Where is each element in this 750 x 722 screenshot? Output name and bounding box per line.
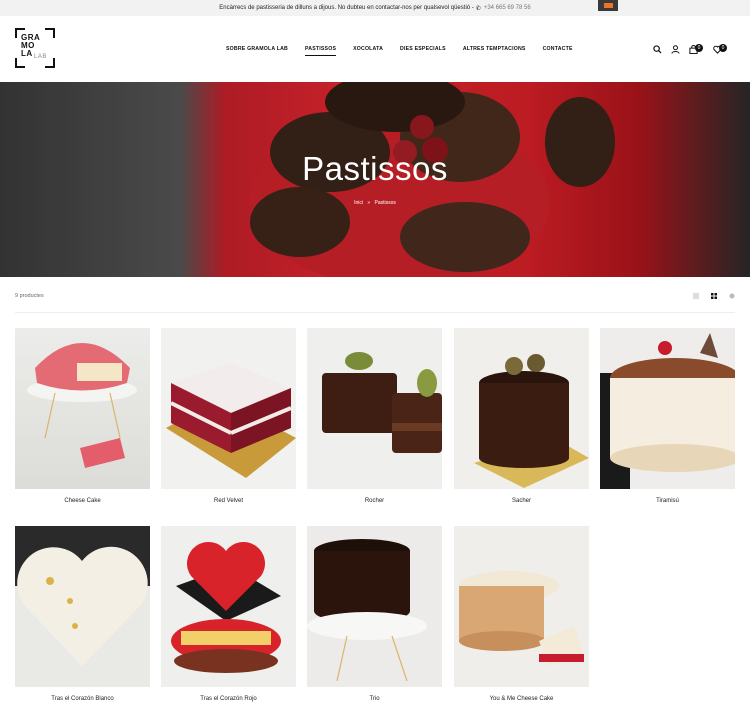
- product-image[interactable]: [600, 328, 735, 489]
- language-switcher[interactable]: [598, 0, 618, 11]
- nav-item-dies-especials[interactable]: DIES ESPECIALS: [400, 46, 446, 56]
- product-card[interactable]: Red Velvet: [161, 328, 296, 504]
- product-card[interactable]: Tiramisú: [600, 328, 735, 504]
- product-image[interactable]: [307, 526, 442, 687]
- header-actions: 0 0: [651, 43, 729, 55]
- breadcrumb-current: Pastissos: [374, 200, 396, 206]
- view-switcher: [693, 293, 735, 299]
- product-card[interactable]: Tras el Corazón Rojo: [161, 526, 296, 702]
- wishlist-count-badge: 0: [719, 44, 727, 52]
- phone-number[interactable]: +34 665 69 78 56: [484, 5, 531, 11]
- list-view-icon[interactable]: [729, 293, 735, 299]
- search-icon: [652, 44, 662, 54]
- nav-item-contacte[interactable]: CONTACTE: [543, 46, 573, 56]
- product-name[interactable]: Cheese Cake: [15, 498, 150, 504]
- rocher-illustration: [322, 352, 442, 453]
- page-title: Pastissos: [302, 150, 448, 187]
- nav-item-altres-temptacions[interactable]: ALTRES TEMPTACIONS: [463, 46, 526, 56]
- tiramisu-illustration: [600, 333, 735, 489]
- phone-icon: ✆: [475, 5, 481, 12]
- product-image[interactable]: [307, 328, 442, 489]
- product-image[interactable]: [161, 526, 296, 687]
- product-card[interactable]: You & Me Cheese Cake: [454, 526, 589, 702]
- product-image[interactable]: [454, 328, 589, 489]
- flag-icon: [603, 3, 613, 8]
- announcement-text: Encàrrecs de pastisseria de dilluns a di…: [219, 5, 474, 11]
- product-name[interactable]: You & Me Cheese Cake: [454, 696, 589, 702]
- breadcrumb: Inici » Pastissos: [0, 200, 750, 206]
- product-image[interactable]: [15, 526, 150, 687]
- site-header: GRA MO LA LAB SOBRE GRAMOLA LAB PASTISSO…: [0, 16, 750, 82]
- product-image[interactable]: [454, 526, 589, 687]
- logo-corner: [15, 58, 25, 68]
- cheesecake-illustration: [27, 343, 137, 468]
- cart-count-badge: 0: [695, 44, 703, 52]
- logo[interactable]: GRA MO LA LAB: [15, 28, 55, 68]
- product-image[interactable]: [161, 328, 296, 489]
- product-card[interactable]: Rocher: [307, 328, 442, 504]
- logo-subtext: LAB: [34, 54, 47, 60]
- wishlist-button[interactable]: 0: [711, 43, 727, 55]
- nav-item-xocolata[interactable]: XOCOLATA: [353, 46, 383, 56]
- white-heart-illustration: [15, 526, 150, 666]
- grid-2-icon[interactable]: [693, 293, 699, 299]
- account-button[interactable]: [669, 43, 681, 55]
- product-card[interactable]: Trio: [307, 526, 442, 702]
- logo-corner: [45, 28, 55, 38]
- product-card[interactable]: Tras el Corazón Blanco: [15, 526, 150, 702]
- product-name[interactable]: Tras el Corazón Blanco: [15, 696, 150, 702]
- product-name[interactable]: Tras el Corazón Rojo: [161, 696, 296, 702]
- hero-banner: Pastissos Inici » Pastissos: [0, 82, 750, 277]
- announcement-bar: Encàrrecs de pastisseria de dilluns a di…: [0, 0, 750, 16]
- breadcrumb-home[interactable]: Inici: [354, 200, 363, 206]
- product-name[interactable]: Trio: [307, 696, 442, 702]
- nav-item-sobre[interactable]: SOBRE GRAMOLA LAB: [226, 46, 288, 56]
- shop-toolbar: 9 productes: [15, 290, 735, 313]
- red-velvet-illustration: [166, 363, 296, 478]
- sacher-illustration: [474, 354, 589, 488]
- product-image[interactable]: [15, 328, 150, 489]
- main-nav: SOBRE GRAMOLA LAB PASTISSOS XOCOLATA DIE…: [226, 46, 590, 56]
- product-name[interactable]: Rocher: [307, 498, 442, 504]
- breadcrumb-separator: »: [367, 200, 371, 206]
- product-card[interactable]: Cheese Cake: [15, 328, 150, 504]
- search-button[interactable]: [651, 43, 663, 55]
- trio-illustration: [307, 539, 427, 682]
- you-and-me-illustration: [459, 571, 584, 666]
- user-icon: [670, 44, 680, 54]
- grid-4-icon[interactable]: [711, 293, 717, 299]
- product-name[interactable]: Tiramisú: [600, 498, 735, 504]
- nav-item-pastissos[interactable]: PASTISSOS: [305, 46, 337, 56]
- product-name[interactable]: Sacher: [454, 498, 589, 504]
- product-name[interactable]: Red Velvet: [161, 498, 296, 504]
- cart-button[interactable]: 0: [687, 43, 703, 55]
- red-heart-illustration: [171, 541, 281, 673]
- result-count: 9 productes: [15, 293, 44, 299]
- product-card[interactable]: Sacher: [454, 328, 589, 504]
